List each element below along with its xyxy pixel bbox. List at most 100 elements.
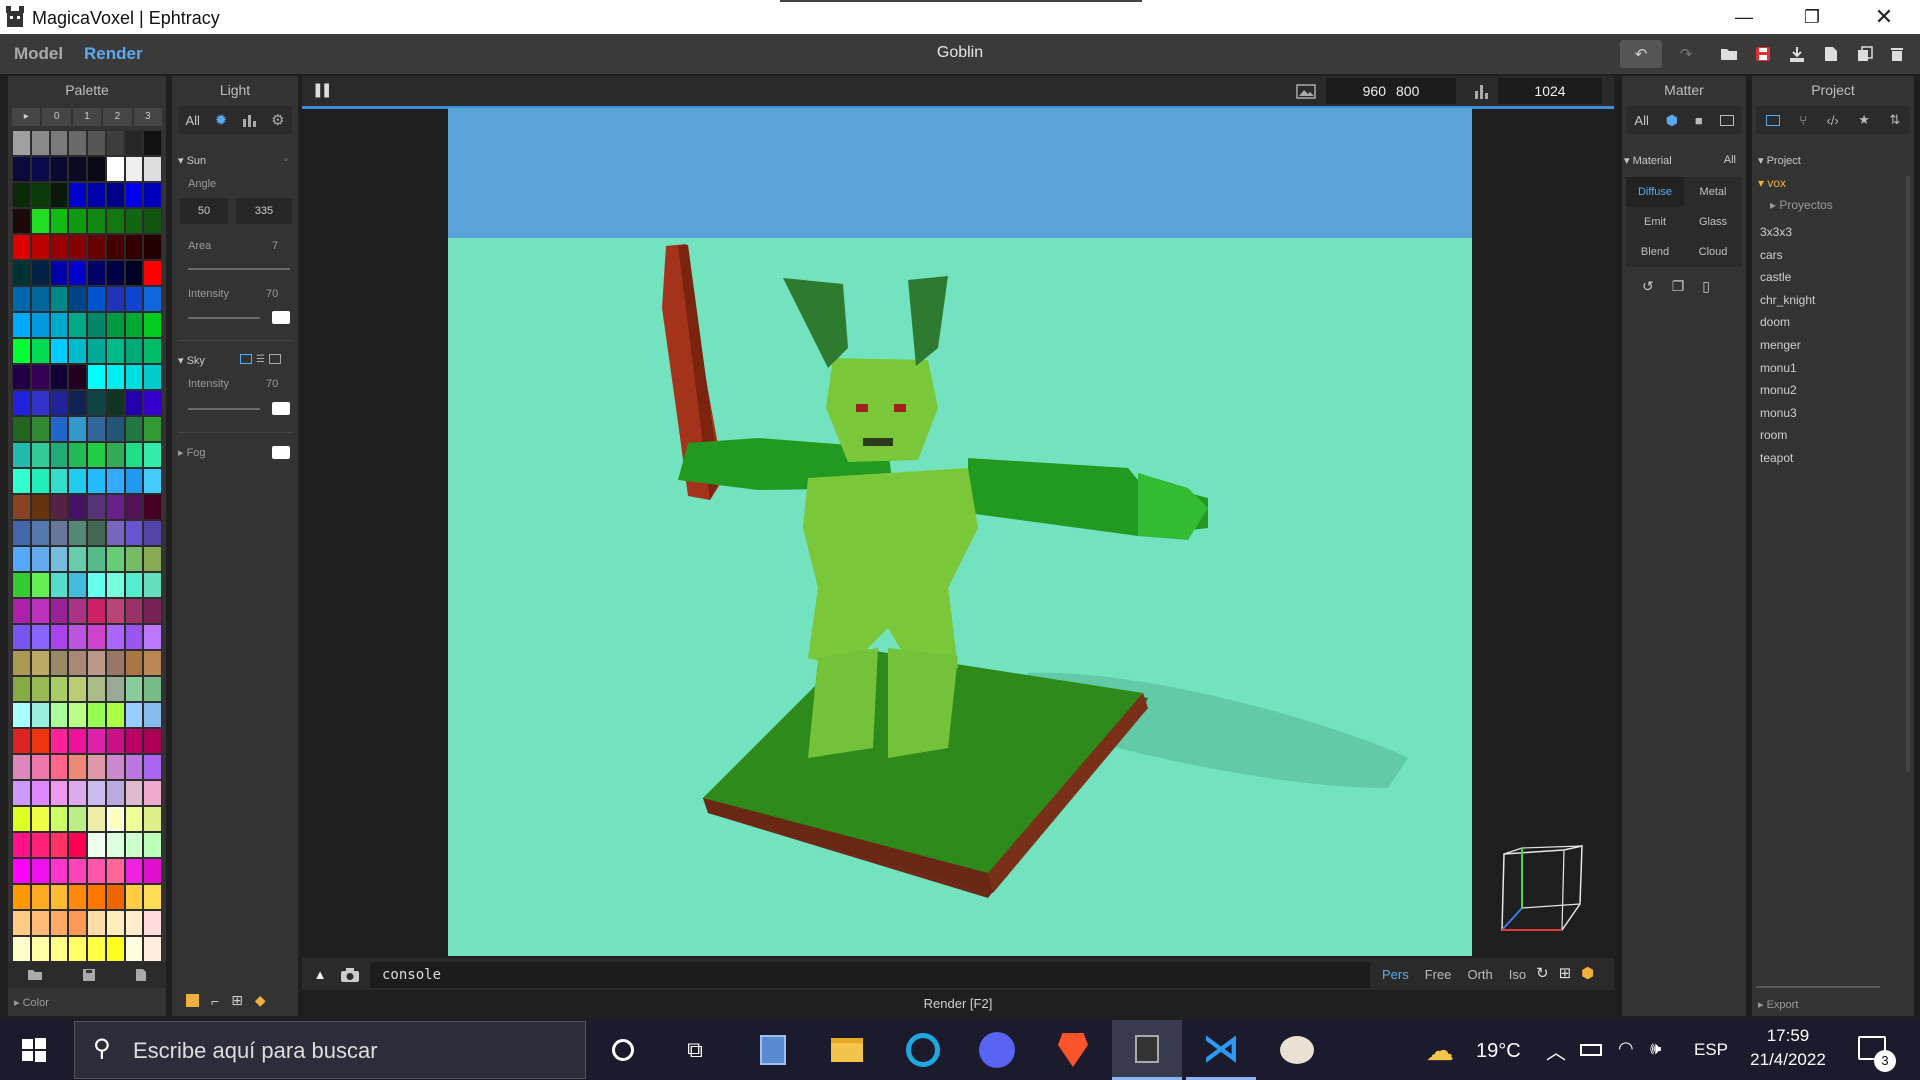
palette-swatch[interactable] [12,858,31,884]
palette-swatch[interactable] [143,390,162,416]
palette-swatch[interactable] [49,416,69,442]
palette-swatch[interactable] [12,130,31,156]
palette-swatch[interactable] [68,260,87,286]
palette-swatch[interactable] [68,390,87,416]
palette-swatch[interactable] [49,312,69,338]
palette-swatch[interactable] [49,806,69,832]
palette-swatch[interactable] [12,910,31,936]
palette-swatch[interactable] [143,494,162,520]
palette-tab-3[interactable]: 3 [133,108,163,126]
palette-swatch[interactable] [49,234,69,260]
folder-proyectos[interactable]: ▸ Proyectos [1770,198,1833,212]
palette-swatch[interactable] [49,728,69,754]
palette-swatch[interactable] [105,650,125,676]
palette-swatch[interactable] [87,676,106,702]
palette-swatch[interactable] [49,130,69,156]
sky-image-icon[interactable] [268,354,281,364]
material-emit[interactable]: Emit [1626,207,1684,237]
palette-swatch[interactable] [49,754,69,780]
palette-swatch[interactable] [49,364,69,390]
palette-swatch[interactable] [124,650,144,676]
palette-swatch[interactable] [12,338,31,364]
palette-swatch[interactable] [87,390,106,416]
taskbar-search[interactable]: ⚲ Escribe aquí para buscar [74,1021,586,1079]
palette-swatch[interactable] [68,832,87,858]
material-sphere-icon[interactable]: ⬢ [1666,112,1678,129]
sun-refresh-icon[interactable]: ◦ [284,154,288,166]
palette-swatch[interactable] [12,364,31,390]
palette-swatch[interactable] [143,936,162,962]
palette-swatch[interactable] [30,286,50,312]
palette-swatch[interactable] [124,130,144,156]
palette-swatch[interactable] [30,338,50,364]
palette-file-icon[interactable] [135,968,147,982]
palette-swatch[interactable] [30,520,50,546]
palette-swatch[interactable] [87,312,106,338]
palette-swatch[interactable] [12,520,31,546]
palette-swatch[interactable] [87,156,106,182]
palette-swatch[interactable] [105,676,125,702]
weather-temperature[interactable]: 19°C [1476,1040,1521,1063]
minimize-button[interactable]: — [1716,0,1772,34]
palette-swatch[interactable] [68,572,87,598]
palette-swatch[interactable] [68,286,87,312]
video-camera-icon[interactable]: ■ [1695,113,1703,128]
palette-swatch[interactable] [12,884,31,910]
palette-swatch[interactable] [49,910,69,936]
palette-swatch[interactable] [143,312,162,338]
palette-swatch[interactable] [124,806,144,832]
palette-swatch[interactable] [87,858,106,884]
palette-swatch[interactable] [124,572,144,598]
project-file[interactable]: monu3 [1752,402,1902,425]
palette-swatch[interactable] [68,416,87,442]
reset-view-icon[interactable]: ↻ [1536,964,1549,982]
palette-swatch[interactable] [105,754,125,780]
palette-open-icon[interactable] [27,969,43,981]
palette-swatch[interactable] [87,520,106,546]
material-blend[interactable]: Blend [1626,237,1684,267]
palette-swatch[interactable] [105,494,125,520]
palette-swatch[interactable] [124,832,144,858]
palette-swatch[interactable] [68,312,87,338]
palette-swatch[interactable] [68,130,87,156]
palette-swatch[interactable] [105,182,125,208]
palette-swatch[interactable] [30,546,50,572]
paste-icon[interactable]: ▯ [1702,278,1710,295]
palette-swatch[interactable] [143,156,162,182]
palette-swatch[interactable] [143,234,162,260]
palette-swatch[interactable] [12,754,31,780]
palette-swatch[interactable] [30,494,50,520]
palette-swatch[interactable] [49,598,69,624]
palette-swatch[interactable] [68,936,87,962]
palette-swatch[interactable] [105,624,125,650]
palette-swatch[interactable] [87,182,106,208]
palette-swatch[interactable] [49,286,69,312]
palette-swatch[interactable] [49,702,69,728]
cube-icon[interactable]: ⬢ [1581,964,1594,982]
palette-swatch[interactable] [124,442,144,468]
matter-filter-all[interactable]: All [1634,113,1648,128]
download-button[interactable] [1782,40,1812,68]
project-file[interactable]: cars [1752,244,1902,267]
palette-swatch[interactable] [105,702,125,728]
palette-swatch[interactable] [87,338,106,364]
palette-swatch[interactable] [49,260,69,286]
palette-swatch[interactable] [68,702,87,728]
palette-swatch[interactable] [68,494,87,520]
frame-icon[interactable]: ⊞ [1559,964,1572,982]
palette-swatch[interactable] [30,312,50,338]
palette-swatch[interactable] [143,182,162,208]
palette-save-icon[interactable] [82,968,96,982]
palette-swatch[interactable] [87,806,106,832]
material-section-header[interactable]: ▾ Material All [1624,154,1742,167]
camera-mode-orth[interactable]: Orth [1467,967,1492,982]
palette-swatch[interactable] [49,390,69,416]
palette-swatch[interactable] [68,728,87,754]
sun-intensity-slider[interactable] [188,317,260,319]
fog-section-header[interactable]: ▸ Fog [178,446,206,459]
duplicate-button[interactable] [1850,40,1880,68]
palette-swatch[interactable] [105,442,125,468]
palette-swatch[interactable] [49,442,69,468]
star-icon[interactable]: ★ [1858,112,1870,128]
palette-swatch[interactable] [105,156,125,182]
